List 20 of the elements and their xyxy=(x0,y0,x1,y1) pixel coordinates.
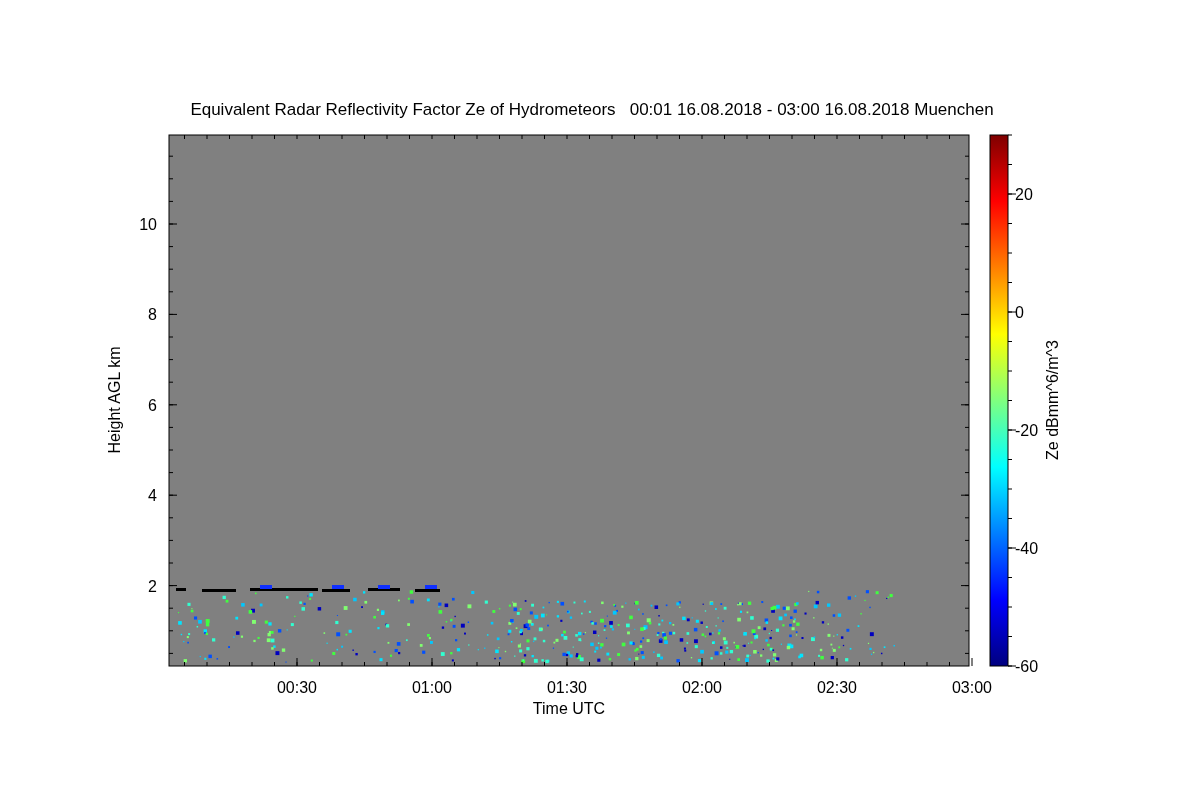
x-tick-label: 03:00 xyxy=(952,679,992,696)
x-tick-label: 00:30 xyxy=(277,679,317,696)
x-tick-label: 02:30 xyxy=(817,679,857,696)
x-tick-label: 01:30 xyxy=(547,679,587,696)
y-tick-label: 8 xyxy=(148,306,157,324)
x-axis-title: Time UTC xyxy=(532,700,606,717)
colorbar-tick-label: -40 xyxy=(1015,540,1039,557)
colorbar-tick-label: 20 xyxy=(1015,186,1033,203)
y-tick-label: 4 xyxy=(148,487,157,505)
x-tick-label: 01:00 xyxy=(412,679,452,696)
y-tick-label: 10 xyxy=(139,216,157,233)
y-tick-label: 2 xyxy=(148,577,157,595)
colorbar-title: Ze dBmm^6/m^3 xyxy=(1044,340,1061,460)
chart-title: Equivalent Radar Reflectivity Factor Ze of Hydrometeors 00:01 16.08.2018 - 03:00 16.08.2018 Muenchen xyxy=(190,100,994,119)
x-tick-label: 02:00 xyxy=(682,679,722,696)
colorbar-tick-label: 0 xyxy=(1015,304,1024,321)
colorbar-tick-label: -60 xyxy=(1015,658,1039,675)
y-axis-title: Height AGL km xyxy=(106,346,123,454)
y-tick-label: 6 xyxy=(148,396,157,414)
colorbar-tick-label: -20 xyxy=(1015,422,1039,439)
